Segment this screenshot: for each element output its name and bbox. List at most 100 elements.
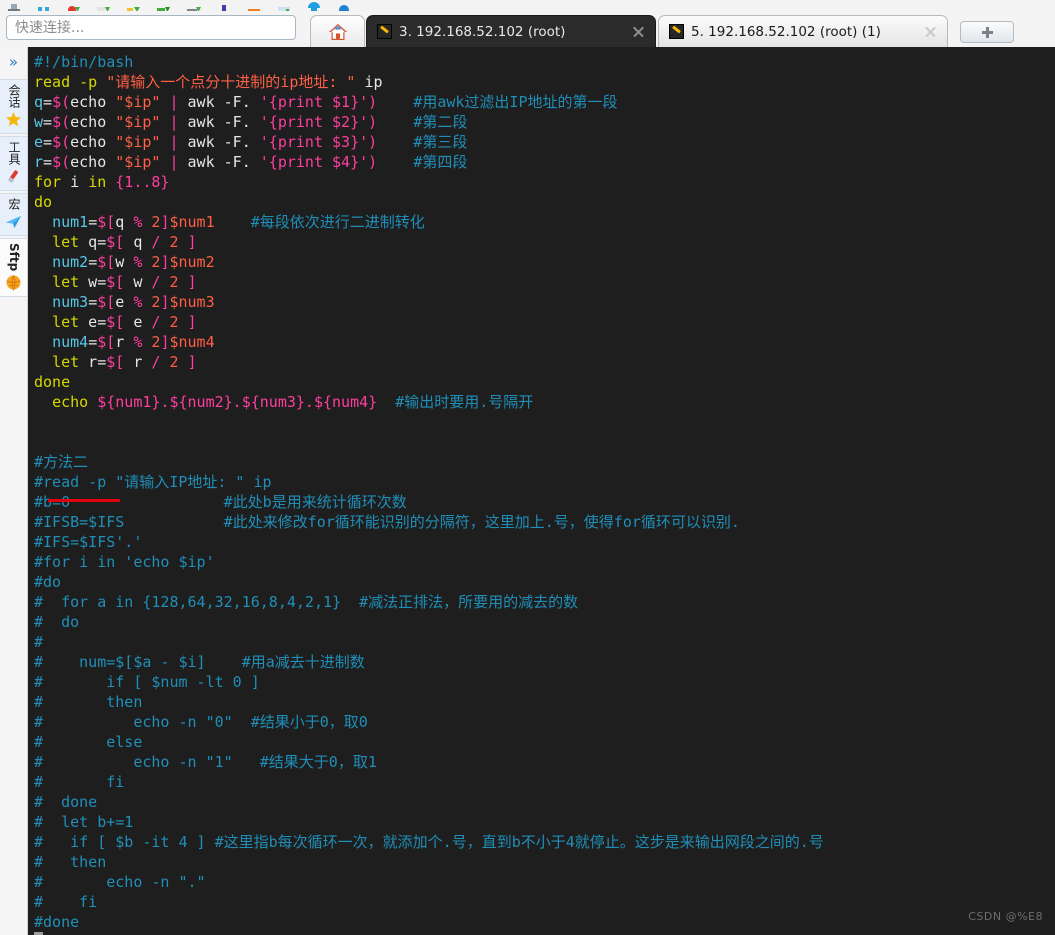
code-line: # fi <box>34 772 824 792</box>
code-token: # if [ $b -it 4 ] #这里指b每次循环一次，就添加个.号，直到b… <box>34 833 824 851</box>
code-line: e=$(echo "$ip" | awk -F. '{print $3}') #… <box>34 132 824 152</box>
code-token: 2 <box>169 353 179 371</box>
code-token: $[ <box>106 273 125 291</box>
code-token: ] <box>178 273 197 291</box>
code-line: #IFS=$IFS'.' <box>34 532 824 552</box>
code-token: #每段依次进行二进制转化 <box>250 213 425 231</box>
code-token: echo <box>70 153 107 171</box>
code-token: "请输入一个点分十进制的ip地址: " <box>106 73 356 91</box>
code-token: echo <box>70 93 107 111</box>
code-token: # fi <box>34 893 98 911</box>
sidebar-item-macros[interactable]: 宏 <box>0 193 27 236</box>
close-icon[interactable] <box>923 25 937 39</box>
code-token: = <box>43 93 53 111</box>
code-line: let q=$[ q / 2 ] <box>34 232 824 252</box>
code-line: #for i in 'echo $ip' <box>34 552 824 572</box>
code-line: num1=$[q % 2]$num1 #每段依次进行二进制转化 <box>34 212 824 232</box>
code-line: w=$(echo "$ip" | awk -F. '{print $2}') #… <box>34 112 824 132</box>
code-token: for <box>34 173 62 191</box>
code-token: let <box>52 353 80 371</box>
code-line: # echo -n "0" #结果小于0，取0 <box>34 712 824 732</box>
code-line: let w=$[ w / 2 ] <box>34 272 824 292</box>
tab-session-5[interactable]: 5. 192.168.52.102 (root) (1) <box>658 15 948 47</box>
globe-icon <box>5 274 22 292</box>
code-token: # let b+=1 <box>34 813 134 831</box>
code-line: # let b+=1 <box>34 812 824 832</box>
code-token: $( <box>52 93 71 111</box>
code-line: #方法二 <box>34 452 824 472</box>
plus-icon <box>981 26 993 38</box>
terminal-key-icon <box>377 24 392 39</box>
star-icon <box>5 111 22 128</box>
tab-session-3[interactable]: 3. 192.168.52.102 (root) <box>366 15 656 47</box>
terminal-pane[interactable]: #!/bin/bash read -p "请输入一个点分十进制的ip地址: " i… <box>28 47 1055 935</box>
code-token: $[ <box>97 253 116 271</box>
code-token: = <box>97 313 107 331</box>
code-token: ) <box>368 153 378 171</box>
quick-connect-input[interactable] <box>6 15 296 40</box>
code-token: $num4 <box>169 333 215 351</box>
code-token: w <box>115 253 134 271</box>
sidebar-expand-button[interactable]: » <box>0 47 27 77</box>
code-line: #done <box>34 912 824 932</box>
code-token: #输出时要用.号隔开 <box>395 393 534 411</box>
tab-home[interactable] <box>310 15 365 47</box>
securecrt-window: 3. 192.168.52.102 (root) 5. 192.168.52.1… <box>0 0 1055 935</box>
close-icon[interactable] <box>631 25 645 39</box>
toolbar-icon-row <box>0 0 1055 11</box>
code-token: 2 <box>169 313 179 331</box>
code-token: $[ <box>97 213 116 231</box>
code-token: = <box>88 253 98 271</box>
new-tab-button[interactable] <box>960 21 1014 43</box>
code-token: r <box>34 153 44 171</box>
terminal-key-icon <box>669 24 684 39</box>
watermark: CSDN @%E8 <box>968 910 1043 923</box>
code-token: i <box>61 173 89 191</box>
code-token: ] <box>178 313 197 331</box>
code-token: do <box>34 193 53 211</box>
code-token: "$ip" <box>115 133 161 151</box>
code-token: -p <box>79 73 98 91</box>
sidebar-item-sessions[interactable]: 会话 <box>0 79 27 134</box>
code-token: #第三段 <box>413 133 468 151</box>
code-token: let <box>52 233 80 251</box>
code-token: # do <box>34 613 80 631</box>
code-token: let <box>52 313 80 331</box>
tab-label: 5. 192.168.52.102 (root) (1) <box>691 23 881 40</box>
code-token: q <box>124 233 152 251</box>
code-token: = <box>43 113 53 131</box>
code-line: # else <box>34 732 824 752</box>
code-token: w <box>34 113 44 131</box>
sidebar-item-sftp[interactable]: Sftp <box>0 238 27 298</box>
code-token: {1..8} <box>115 173 170 191</box>
code-token: num2 <box>52 253 89 271</box>
code-token: w <box>124 273 152 291</box>
code-token: num4 <box>52 333 89 351</box>
code-token: $num3 <box>169 293 215 311</box>
code-line: # echo -n "1" #结果大于0，取1 <box>34 752 824 772</box>
code-token: # else <box>34 733 143 751</box>
code-token: #b=0 #此处b是用来统计循环次数 <box>34 493 407 511</box>
code-line: # if [ $b -it 4 ] #这里指b每次循环一次，就添加个.号，直到b… <box>34 832 824 852</box>
terminal-code: #!/bin/bash read -p "请输入一个点分十进制的ip地址: " i… <box>34 52 824 935</box>
code-token: e <box>34 133 44 151</box>
code-token: e <box>79 313 98 331</box>
code-token: # <box>34 633 44 651</box>
code-token: # num=$[$a - $i] #用a减去十进制数 <box>34 653 365 671</box>
sidebar-item-tools[interactable]: 工具 <box>0 136 27 191</box>
code-token: # echo -n "." <box>34 873 206 891</box>
code-line: # fi <box>34 892 824 912</box>
code-token: # then <box>34 853 107 871</box>
